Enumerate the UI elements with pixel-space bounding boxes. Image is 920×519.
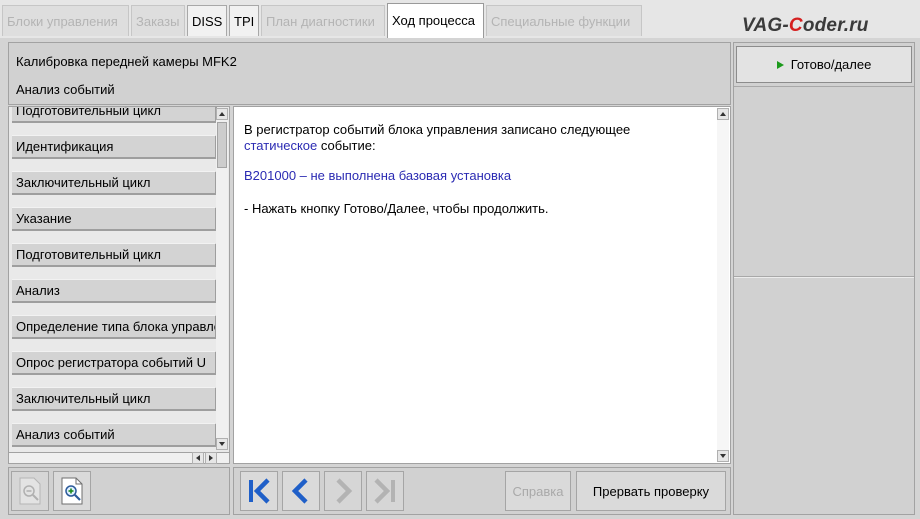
forward-button[interactable]: [324, 471, 362, 511]
event-code: B201000 – не выполнена базовая установка: [244, 168, 512, 183]
step-list[interactable]: Подготовительный цикл Идентификация Закл…: [8, 106, 230, 464]
scroll-up-button[interactable]: [216, 108, 228, 120]
scroll-thumb[interactable]: [217, 122, 227, 168]
zoom-toolbar: [8, 467, 230, 515]
message-line: В регистратор событий блока управления з…: [244, 122, 631, 137]
arrow-up-icon: [219, 112, 225, 116]
step-item[interactable]: Подготовительный цикл: [12, 243, 217, 267]
back-button[interactable]: [282, 471, 320, 511]
scroll-right-button[interactable]: [205, 452, 217, 464]
message-area: В регистратор событий блока управления з…: [233, 106, 731, 464]
chevron-right-icon: [336, 478, 353, 504]
play-icon: [776, 60, 784, 69]
static-event-link: статическое: [244, 138, 318, 153]
scroll-left-button[interactable]: [192, 452, 204, 464]
abort-test-button[interactable]: Прервать проверку: [576, 471, 726, 511]
step-list-hscrollbar[interactable]: [8, 452, 230, 464]
process-header: Калибровка передней камеры MFK2 Анализ с…: [8, 42, 731, 105]
zoom-out-button[interactable]: [11, 471, 49, 511]
help-button[interactable]: Справка: [505, 471, 571, 511]
step-item[interactable]: Заключительный цикл: [12, 171, 217, 195]
arrow-down-icon: [219, 442, 225, 446]
arrow-left-icon: [196, 455, 200, 461]
instruction-text: - Нажать кнопку Готово/Далее, чтобы прод…: [244, 201, 549, 216]
scroll-down-button[interactable]: [216, 438, 228, 450]
tab-tpi[interactable]: TPI: [229, 5, 259, 36]
last-step-button[interactable]: [366, 471, 404, 511]
first-step-button[interactable]: [240, 471, 278, 511]
ready-next-label: Готово/далее: [790, 57, 872, 72]
skip-first-icon: [249, 478, 270, 504]
panel-divider: [734, 86, 914, 87]
message-scrollbar[interactable]: [717, 108, 729, 462]
scroll-up-button[interactable]: [717, 108, 729, 120]
arrow-up-icon: [720, 112, 726, 116]
zoom-out-icon: [19, 477, 41, 505]
zoom-in-icon: [61, 477, 83, 505]
ready-next-button[interactable]: Готово/далее: [736, 46, 912, 83]
step-item[interactable]: Опрос регистратора событий U: [12, 351, 217, 375]
tab-control-units[interactable]: Блоки управления: [2, 5, 129, 36]
step-item[interactable]: Подготовительный цикл: [12, 107, 217, 123]
panel-divider: [734, 276, 914, 278]
tab-process[interactable]: Ход процесса: [387, 3, 484, 38]
skip-last-icon: [374, 478, 395, 504]
step-item[interactable]: Заключительный цикл: [12, 387, 217, 411]
tab-diss[interactable]: DISS: [187, 5, 227, 36]
scroll-down-button[interactable]: [717, 450, 729, 462]
chevron-left-icon: [291, 478, 308, 504]
arrow-down-icon: [720, 454, 726, 458]
watermark: VAG-Coder.ru: [742, 15, 869, 36]
tab-bar: Блоки управления Заказы DISS TPI План ди…: [0, 0, 920, 38]
process-subtitle: Анализ событий: [16, 82, 115, 97]
step-item[interactable]: Определение типа блока управления: [12, 315, 217, 339]
zoom-in-button[interactable]: [53, 471, 91, 511]
arrow-right-icon: [209, 455, 213, 461]
step-item[interactable]: Идентификация: [12, 135, 217, 159]
navigation-toolbar: Справка Прервать проверку: [233, 467, 731, 515]
step-item-current[interactable]: Анализ событий: [12, 423, 217, 447]
step-item[interactable]: Анализ: [12, 279, 217, 303]
right-panel: Готово/далее: [733, 42, 915, 515]
process-title: Калибровка передней камеры MFK2: [16, 54, 237, 69]
tab-special-functions[interactable]: Специальные функции: [486, 5, 642, 36]
step-item[interactable]: Указание: [12, 207, 217, 231]
message-line: статическое событие:: [244, 138, 376, 153]
tab-diagnostic-plan[interactable]: План диагностики: [261, 5, 385, 36]
tab-orders[interactable]: Заказы: [131, 5, 185, 36]
step-list-scrollbar[interactable]: [216, 108, 228, 450]
